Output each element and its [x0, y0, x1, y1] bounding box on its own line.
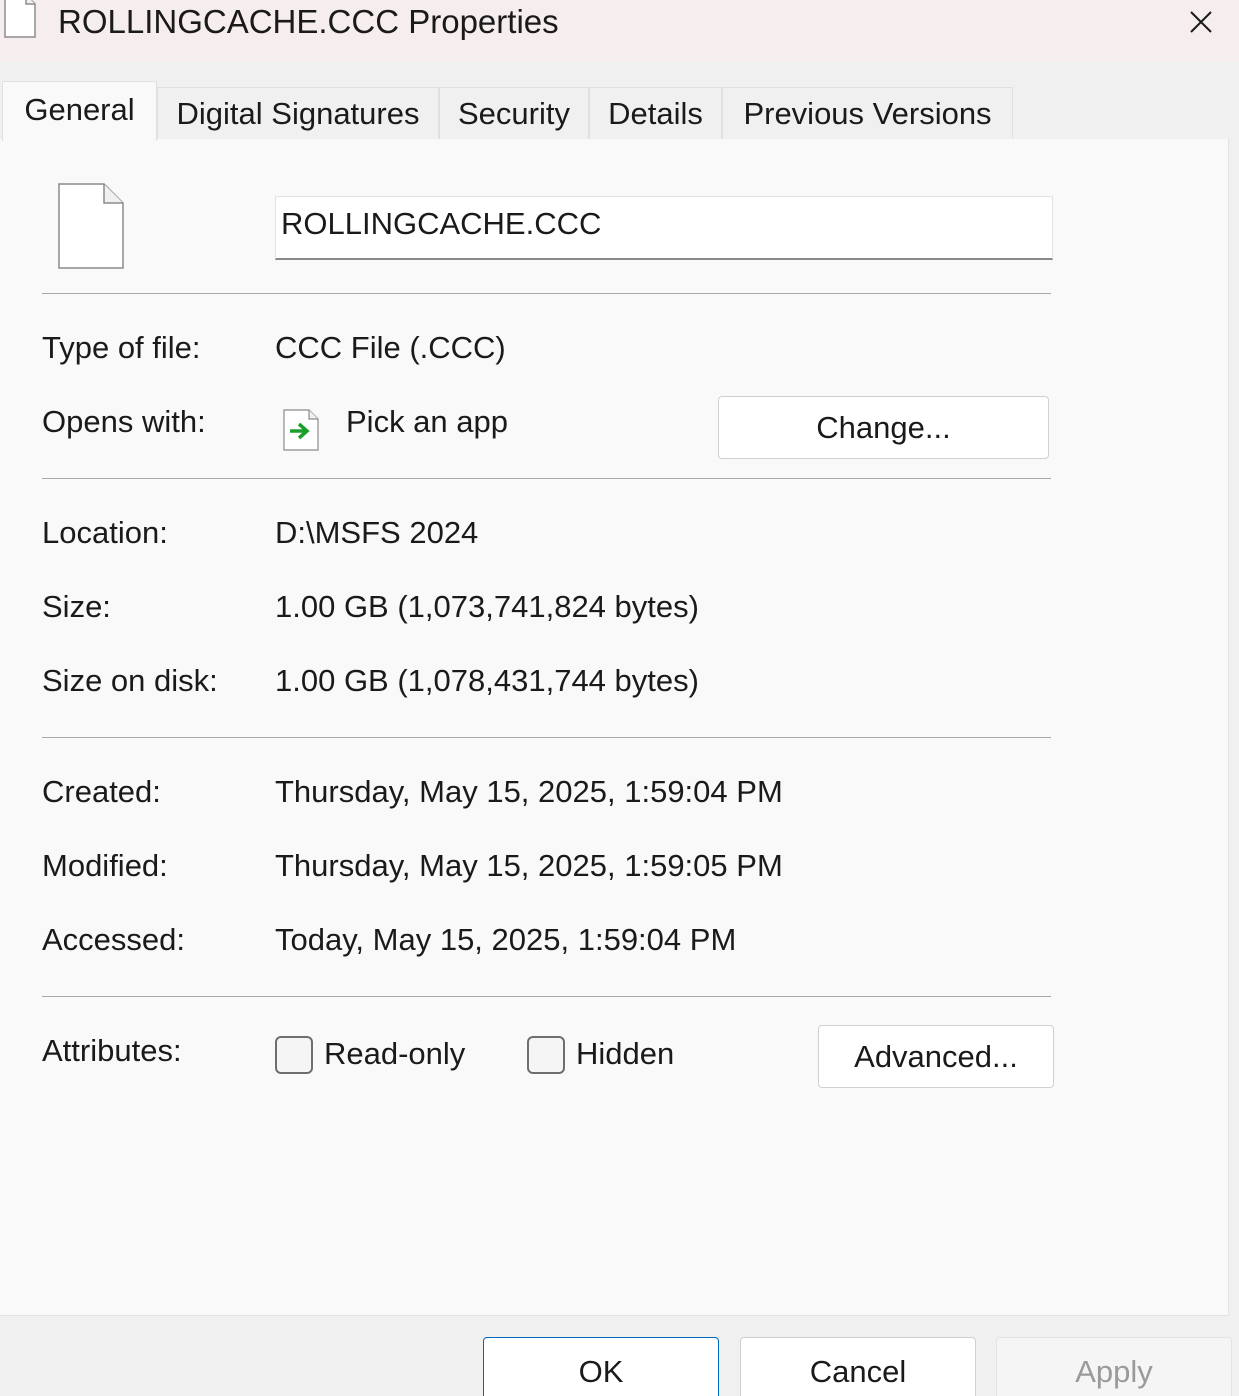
tab-digital-signatures[interactable]: Digital Signatures — [157, 87, 439, 139]
file-icon — [4, 0, 36, 38]
location-label: Location: — [42, 515, 168, 550]
opens-with-value: Pick an app — [346, 404, 508, 439]
tab-strip: General Digital Signatures Security Deta… — [0, 62, 1239, 141]
close-icon — [1190, 11, 1212, 33]
properties-window: ROLLINGCACHE.CCC Properties General Digi… — [0, 0, 1239, 1396]
type-of-file-value: CCC File (.CCC) — [275, 330, 506, 365]
dialog-footer: OK Cancel Apply — [0, 1316, 1239, 1396]
apply-button[interactable]: Apply — [996, 1337, 1232, 1396]
general-panel: Type of file: CCC File (.CCC) Opens with… — [0, 139, 1229, 1316]
title-bar[interactable]: ROLLINGCACHE.CCC Properties — [0, 0, 1239, 62]
tab-details[interactable]: Details — [589, 87, 722, 139]
change-button[interactable]: Change... — [718, 396, 1049, 459]
separator — [42, 478, 1051, 479]
separator — [42, 293, 1051, 294]
tab-previous-versions[interactable]: Previous Versions — [722, 87, 1013, 139]
accessed-value: Today, May 15, 2025, 1:59:04 PM — [275, 922, 737, 957]
created-value: Thursday, May 15, 2025, 1:59:04 PM — [275, 774, 783, 809]
separator — [42, 737, 1051, 738]
opens-with-label: Opens with: — [42, 404, 206, 439]
separator — [42, 996, 1051, 997]
window-title: ROLLINGCACHE.CCC Properties — [58, 3, 559, 40]
pick-app-icon — [283, 409, 319, 451]
hidden-label[interactable]: Hidden — [576, 1034, 674, 1074]
read-only-checkbox[interactable] — [275, 1036, 313, 1074]
read-only-label[interactable]: Read-only — [324, 1034, 465, 1074]
tab-general[interactable]: General — [2, 81, 157, 141]
size-label: Size: — [42, 589, 111, 624]
modified-value: Thursday, May 15, 2025, 1:59:05 PM — [275, 848, 783, 883]
type-of-file-label: Type of file: — [42, 330, 201, 365]
advanced-button[interactable]: Advanced... — [818, 1025, 1054, 1088]
file-icon — [58, 183, 124, 269]
hidden-checkbox[interactable] — [527, 1036, 565, 1074]
cancel-button[interactable]: Cancel — [740, 1337, 976, 1396]
size-on-disk-label: Size on disk: — [42, 663, 218, 698]
size-value: 1.00 GB (1,073,741,824 bytes) — [275, 589, 699, 624]
attributes-label: Attributes: — [42, 1033, 182, 1068]
size-on-disk-value: 1.00 GB (1,078,431,744 bytes) — [275, 663, 699, 698]
tab-security[interactable]: Security — [439, 87, 589, 139]
ok-button[interactable]: OK — [483, 1337, 719, 1396]
file-name-input[interactable] — [275, 196, 1053, 260]
accessed-label: Accessed: — [42, 922, 186, 957]
location-value: D:\MSFS 2024 — [275, 515, 479, 550]
close-button[interactable] — [1163, 0, 1239, 44]
created-label: Created: — [42, 774, 161, 809]
modified-label: Modified: — [42, 848, 168, 883]
